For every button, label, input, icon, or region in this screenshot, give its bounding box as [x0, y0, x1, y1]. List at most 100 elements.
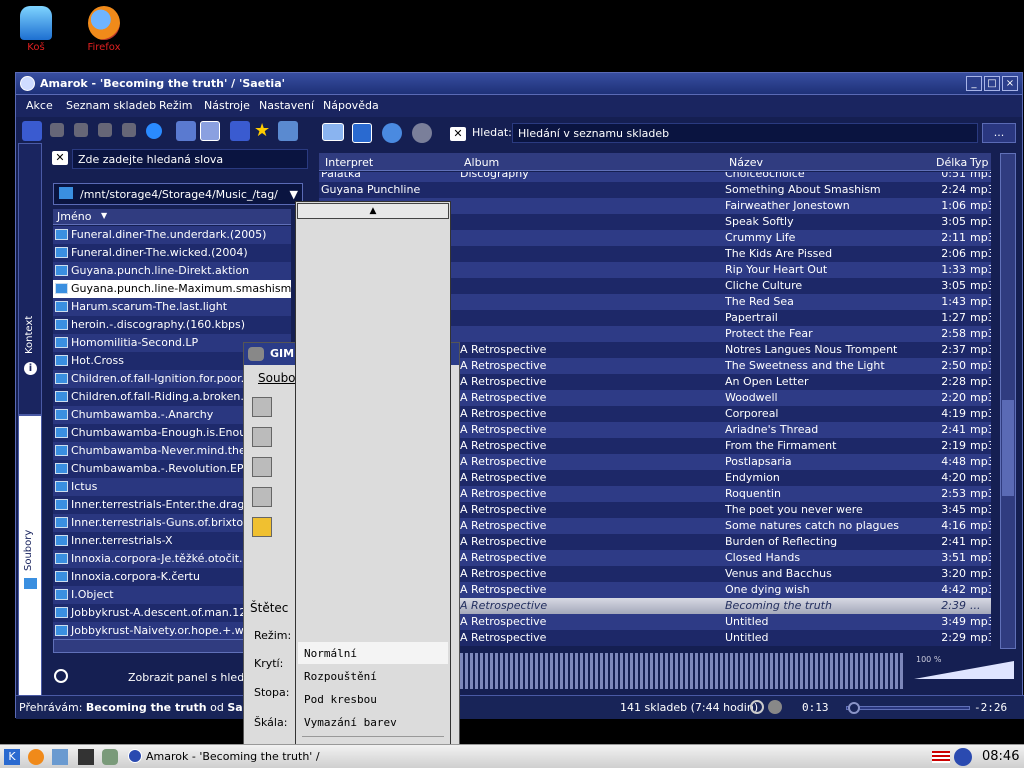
tab-files[interactable]: Soubory: [18, 415, 42, 699]
clear-search-icon[interactable]: ✕: [52, 151, 68, 165]
mode-option-dissolve[interactable]: Rozpouštění: [304, 670, 377, 683]
seek-bar[interactable]: [846, 702, 970, 714]
redo-icon[interactable]: [412, 123, 432, 143]
path-tool-icon[interactable]: [252, 427, 272, 447]
preview-icon[interactable]: [278, 121, 298, 141]
amarok-app-icon[interactable]: [20, 76, 35, 91]
playlist-row[interactable]: Guyana Punchline Something About Smashism…: [319, 182, 991, 198]
seek-handle[interactable]: [848, 702, 860, 714]
mode-option-behind[interactable]: Pod kresbou: [304, 693, 377, 706]
maximize-button[interactable]: □: [984, 76, 1000, 91]
mode-option-normal[interactable]: Normální: [304, 647, 357, 660]
header-album[interactable]: Album: [464, 156, 499, 169]
clear-filter-icon[interactable]: ✕: [450, 127, 466, 141]
scroll-thumb[interactable]: [1002, 400, 1014, 496]
header-interpret[interactable]: Interpret: [325, 156, 373, 169]
repeat-icon[interactable]: [750, 700, 764, 714]
playlist-row[interactable]: Palatka Discography Choiceochoice 0:51 mp3: [319, 172, 991, 182]
playlist-icon[interactable]: [322, 123, 344, 141]
header-type[interactable]: Typ: [970, 156, 989, 169]
playlist-search-input[interactable]: Hledání v seznamu skladeb: [512, 123, 978, 143]
file-list-item[interactable]: Funeral.diner-The.underdark.(2005): [53, 226, 291, 244]
forward-arrow-icon[interactable]: [98, 123, 112, 137]
chevron-down-icon[interactable]: ▼: [290, 188, 298, 201]
heal-tool-icon[interactable]: [252, 517, 272, 537]
cell-len: 2:41: [941, 423, 966, 436]
file-list-item[interactable]: Guyana.punch.line-Maximum.smashism: [53, 280, 291, 298]
title-bar[interactable]: Amarok - 'Becoming the truth' / 'Saetia'…: [16, 73, 1022, 95]
menu-nastaveni[interactable]: Nastavení: [259, 99, 314, 112]
us-flag-icon[interactable]: [932, 751, 950, 763]
trash-label: Koš: [27, 42, 45, 53]
menu-nastroje[interactable]: Nástroje: [204, 99, 250, 112]
view-icon-1[interactable]: [176, 121, 196, 141]
cell-type: mp3: [970, 519, 991, 532]
cell-title: Corporeal: [725, 407, 779, 420]
undo-icon[interactable]: [382, 123, 402, 143]
save-icon[interactable]: [352, 123, 372, 143]
file-list-item[interactable]: Funeral.diner-The.wicked.(2004): [53, 244, 291, 262]
file-search-input[interactable]: Zde zadejte hledaná slova: [72, 149, 308, 169]
column-name: Jméno: [57, 210, 92, 223]
cell-album: Discography: [460, 172, 529, 180]
cell-album: A Retrospective: [460, 583, 547, 596]
file-list-item[interactable]: Guyana.punch.line-Direkt.aktion: [53, 262, 291, 280]
amarok-tray-icon[interactable]: [954, 748, 972, 766]
file-item-label: I.Object: [71, 588, 114, 601]
terminal-icon[interactable]: [78, 749, 94, 765]
cell-album: A Retrospective: [460, 551, 547, 564]
blend-tool-icon[interactable]: [252, 487, 272, 507]
path-combo[interactable]: /mnt/storage4/Storage4/Music_/tag/ ▼: [53, 183, 303, 205]
cell-title: Ariadne's Thread: [725, 423, 819, 436]
firefox-desktop-icon[interactable]: Firefox: [74, 6, 134, 53]
browser-toggle-icon[interactable]: [22, 121, 42, 141]
random-icon[interactable]: [768, 700, 782, 714]
view-icon-2[interactable]: [200, 121, 220, 141]
amarok-task-button[interactable]: Amarok - 'Becoming the truth' /: [146, 750, 320, 763]
file-column-header[interactable]: Jméno ▼: [53, 209, 291, 225]
menu-seznam-skladeb[interactable]: Seznam skladeb: [66, 99, 156, 112]
close-button[interactable]: ×: [1002, 76, 1018, 91]
clock: 08:46: [982, 749, 1020, 764]
star-icon[interactable]: ★: [254, 121, 274, 141]
mode-option-color-erase[interactable]: Vymazání barev: [304, 716, 397, 729]
bookmark-nav-icon[interactable]: [230, 121, 250, 141]
gimp-task-icon[interactable]: [102, 749, 118, 765]
home-icon[interactable]: [122, 123, 136, 137]
file-list-item[interactable]: Harum.scarum-The.last.light: [53, 298, 291, 316]
firefox-task-icon[interactable]: [28, 749, 44, 765]
cell-len: 3:05: [941, 279, 966, 292]
header-title[interactable]: Název: [729, 156, 763, 169]
back-arrow-icon[interactable]: [74, 123, 88, 137]
more-button[interactable]: ...: [982, 123, 1016, 143]
playing-prefix: Přehrávám:: [19, 701, 83, 714]
move-tool-icon[interactable]: [252, 457, 272, 477]
reload-icon[interactable]: [146, 123, 162, 139]
cell-type: mp3: [970, 295, 991, 308]
cell-len: 2:50: [941, 359, 966, 372]
header-length[interactable]: Délka: [936, 156, 967, 169]
playlist-vscroll[interactable]: [1000, 153, 1016, 649]
cell-type: mp3: [970, 231, 991, 244]
file-list-item[interactable]: heroin.-.discography.(160.kbps): [53, 316, 291, 334]
cell-type: mp3: [970, 247, 991, 260]
volume-slider[interactable]: 100 %: [914, 655, 1018, 681]
menu-rezim[interactable]: Režim: [159, 99, 192, 112]
menu-napoveda[interactable]: Nápověda: [323, 99, 379, 112]
rect-select-icon[interactable]: [252, 397, 272, 417]
cell-type: mp3: [970, 471, 991, 484]
kde-menu-icon[interactable]: K: [4, 749, 20, 765]
track-count: 141 skladeb (7:44 hodin): [620, 701, 759, 714]
cell-type: mp3: [970, 535, 991, 548]
cell-type: mp3: [970, 215, 991, 228]
trash-desktop-icon[interactable]: Koš: [6, 6, 66, 53]
scroll-up-button[interactable]: ▲: [297, 203, 449, 219]
up-arrow-icon[interactable]: [50, 123, 64, 137]
home-task-icon[interactable]: [52, 749, 68, 765]
minimize-button[interactable]: _: [966, 76, 982, 91]
cell-title: Becoming the truth: [725, 599, 832, 612]
menu-akce[interactable]: Akce: [26, 99, 53, 112]
tab-context[interactable]: Kontext i: [18, 143, 42, 415]
cell-type: mp3: [970, 359, 991, 372]
trash-icon: [20, 6, 52, 40]
